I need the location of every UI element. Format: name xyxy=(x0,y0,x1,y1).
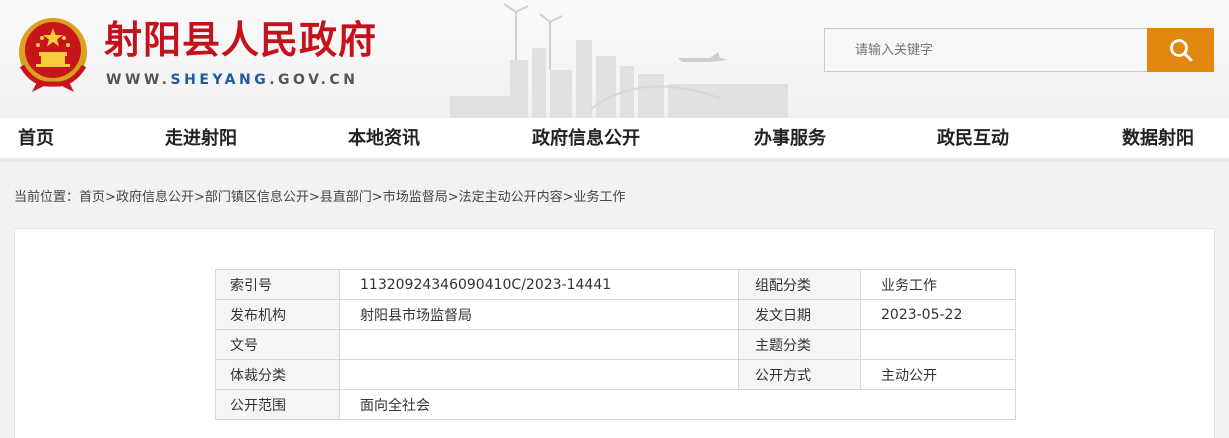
search-box xyxy=(824,28,1214,72)
nav-item-data[interactable]: 数据射阳 xyxy=(1122,126,1194,161)
meta-value xyxy=(860,329,1016,360)
meta-value: 2023-05-22 xyxy=(860,299,1016,330)
meta-label: 体裁分类 xyxy=(215,359,340,390)
breadcrumb: 当前位置：首页>政府信息公开>部门镇区信息公开>县直部门>市场监督局>法定主动公… xyxy=(14,188,626,208)
meta-label: 组配分类 xyxy=(738,269,861,300)
meta-label: 文号 xyxy=(215,329,340,360)
meta-value: 主动公开 xyxy=(860,359,1016,390)
breadcrumb-prefix: 当前位置： xyxy=(14,190,80,205)
meta-label: 主题分类 xyxy=(738,329,861,360)
site-url-domain: SHEYANG xyxy=(170,72,270,88)
table-row: 文号 主题分类 xyxy=(215,329,1016,360)
meta-label: 公开方式 xyxy=(738,359,861,390)
meta-label: 发文日期 xyxy=(738,299,861,330)
search-icon xyxy=(1169,39,1192,62)
meta-label: 发布机构 xyxy=(215,299,340,330)
main-nav: 首页 走进射阳 本地资讯 政府信息公开 办事服务 政民互动 数据射阳 xyxy=(0,118,1229,161)
national-emblem-icon xyxy=(19,18,87,92)
search-input[interactable] xyxy=(824,28,1148,72)
content-panel: 索引号 11320924346090410C/2023-14441 组配分类 业… xyxy=(14,228,1215,438)
meta-value: 业务工作 xyxy=(860,269,1016,300)
site-url: WWW.SHEYANG.GOV.CN xyxy=(106,72,358,88)
breadcrumb-separator: > xyxy=(193,190,205,205)
document-meta-table: 索引号 11320924346090410C/2023-14441 组配分类 业… xyxy=(215,269,1016,420)
meta-label: 公开范围 xyxy=(215,389,340,420)
city-skyline-illustration xyxy=(450,3,788,118)
nav-item-about-sheyang[interactable]: 走进射阳 xyxy=(165,126,237,161)
site-header: 射阳县人民政府 WWW.SHEYANG.GOV.CN xyxy=(0,0,1229,118)
breadcrumb-item[interactable]: 部门镇区信息公开 xyxy=(205,190,309,205)
site-url-suffix: .GOV.CN xyxy=(269,72,359,88)
meta-value xyxy=(339,329,739,360)
breadcrumb-item[interactable]: 业务工作 xyxy=(574,190,626,205)
breadcrumb-item[interactable]: 首页 xyxy=(79,190,105,205)
meta-value: 射阳县市场监督局 xyxy=(339,299,739,330)
breadcrumb-separator: > xyxy=(371,190,383,205)
nav-item-local-news[interactable]: 本地资讯 xyxy=(348,126,420,161)
breadcrumb-separator: > xyxy=(105,190,116,205)
breadcrumb-item[interactable]: 市场监督局 xyxy=(383,190,448,205)
nav-item-gov-info[interactable]: 政府信息公开 xyxy=(532,126,640,161)
meta-value xyxy=(339,359,739,390)
breadcrumb-separator: > xyxy=(308,190,320,205)
breadcrumb-item[interactable]: 政府信息公开 xyxy=(116,190,194,205)
site-url-prefix: WWW. xyxy=(106,72,171,88)
breadcrumb-item[interactable]: 县直部门 xyxy=(320,190,372,205)
table-row: 发布机构 射阳县市场监督局 发文日期 2023-05-22 xyxy=(215,299,1016,330)
meta-value: 11320924346090410C/2023-14441 xyxy=(339,269,739,300)
meta-label: 索引号 xyxy=(215,269,340,300)
search-button[interactable] xyxy=(1147,28,1214,72)
meta-value: 面向全社会 xyxy=(339,389,1016,420)
breadcrumb-separator: > xyxy=(447,190,459,205)
site-title[interactable]: 射阳县人民政府 xyxy=(104,14,377,66)
nav-divider xyxy=(0,158,1229,162)
breadcrumb-separator: > xyxy=(562,190,574,205)
table-row: 索引号 11320924346090410C/2023-14441 组配分类 业… xyxy=(215,269,1016,300)
nav-item-home[interactable]: 首页 xyxy=(18,126,54,161)
table-row: 公开范围 面向全社会 xyxy=(215,389,1016,420)
breadcrumb-item[interactable]: 法定主动公开内容 xyxy=(459,190,563,205)
nav-item-services[interactable]: 办事服务 xyxy=(754,126,826,161)
table-row: 体裁分类 公开方式 主动公开 xyxy=(215,359,1016,390)
nav-item-interaction[interactable]: 政民互动 xyxy=(937,126,1009,161)
